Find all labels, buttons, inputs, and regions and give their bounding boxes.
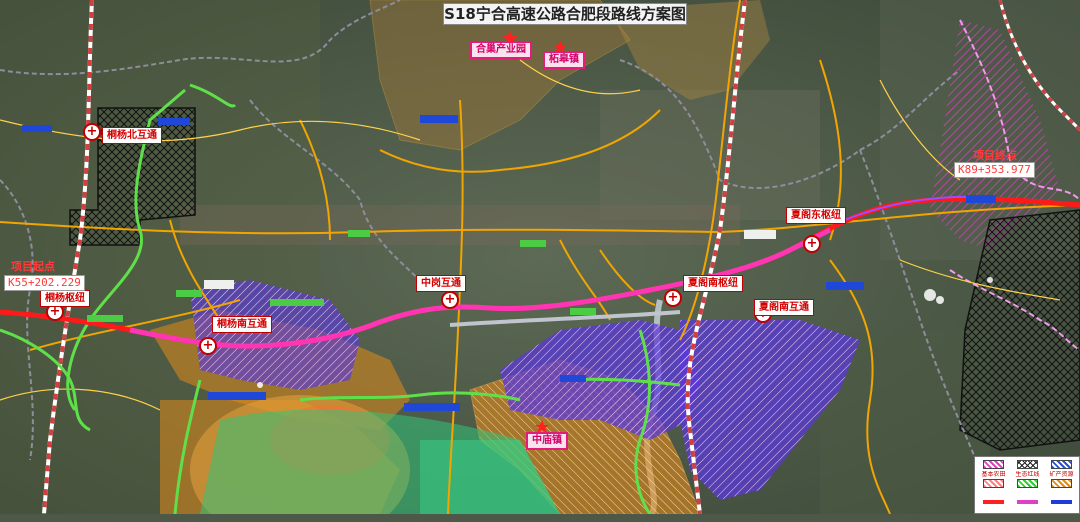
road-marker [270,299,324,306]
line-swatch [983,500,1004,504]
label-xiage-south-hub: 夏阁南枢纽 [683,275,743,292]
hatch-swatch [1017,479,1038,488]
label-zhegao-town: 柘皋镇 [543,51,585,69]
road-marker [420,115,458,123]
interchange-symbol: + [664,289,682,307]
road-marker [404,403,460,411]
start-point-label: 项目起点 [11,260,55,273]
line-swatch [1017,500,1038,504]
legend-item [1045,496,1078,522]
label-hefei-industrial-park: 合巢产业园 [470,41,532,59]
legend-item [977,496,1010,522]
hatch-swatch [983,479,1004,488]
hatch-swatch [1051,479,1072,488]
label-zhonggang-ic: 中岗互通 [416,275,466,292]
interchange-symbol: + [199,337,217,355]
road-marker [348,230,370,237]
road-marker [520,240,546,247]
start-chainage: K55+202.229 [4,275,85,291]
road-marker [570,308,596,315]
line-swatch [1051,500,1072,504]
road-marker [560,375,586,382]
road-marker [204,280,234,289]
road-marker [176,290,202,297]
hatch-swatch [1051,460,1072,469]
crosshatch-swatch [1017,460,1038,469]
hatch-swatch [983,460,1004,469]
end-point-label: 项目终点 [973,149,1017,162]
label-zhongmiao: 中庙镇 [526,432,568,450]
road-marker [966,195,996,203]
map-title: S18宁合高速公路合肥段路线方案图 [443,3,687,25]
label-tongyang-south-ic: 桐杨南互通 [212,316,272,333]
label-tongyang-north-ic: 桐杨北互通 [102,127,162,144]
road-marker [826,282,864,290]
road-marker [744,230,776,239]
label-xiage-south-ic: 夏阁南互通 [754,299,814,316]
legend-item [1011,496,1044,522]
label-xiage-east-hub: 夏阁东枢纽 [786,207,846,224]
interchange-symbol: + [83,123,101,141]
interchange-symbol: + [441,291,459,309]
road-marker [22,125,52,132]
label-tongyang-hub: 桐杨枢纽 [40,290,90,307]
map-legend: 基本农田 生态红线 矿产资源 [974,456,1080,514]
road-marker [158,118,190,125]
end-chainage: K89+353.977 [954,162,1035,178]
interchange-symbol: + [803,235,821,253]
road-marker [87,315,123,322]
road-marker [208,392,266,400]
